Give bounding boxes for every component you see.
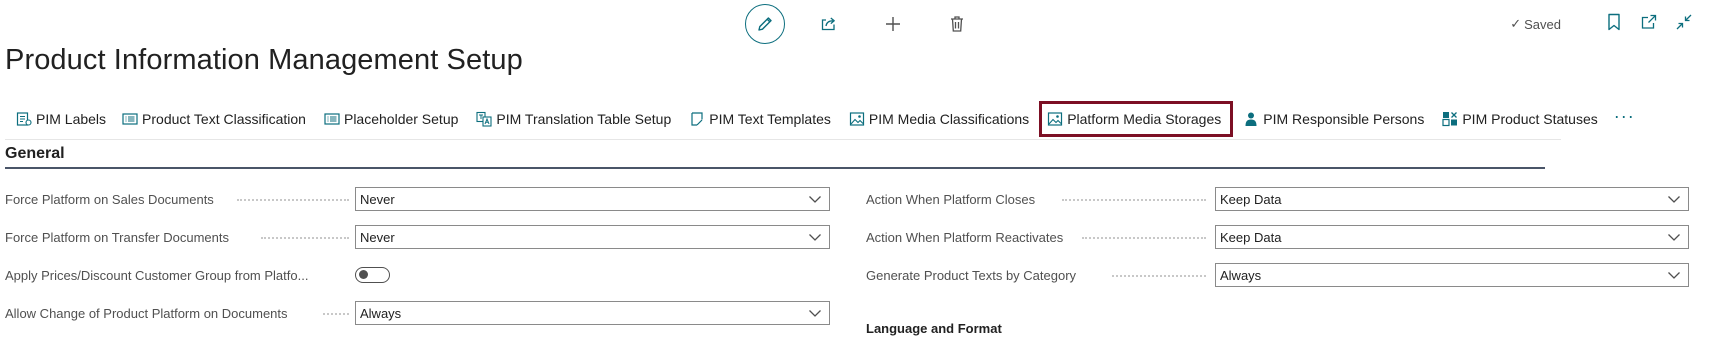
bookmark-icon [1607,13,1621,36]
action-label: PIM Product Statuses [1462,111,1598,127]
action-pim-text-templates[interactable]: PIM Text Templates [683,102,837,136]
action-label: Platform Media Storages [1067,111,1222,127]
template-icon [689,111,705,127]
chevron-down-icon [1667,193,1681,208]
field-label: Force Platform on Transfer Documents [5,229,229,245]
section-title-general[interactable]: General [5,145,65,163]
status-icon [1442,111,1458,127]
collapse-button[interactable] [1673,12,1695,36]
field-label: Action When Platform Reactivates [866,229,1064,245]
open-in-new-window-icon [1640,13,1658,36]
leader-dots [1112,274,1206,277]
leader-dots [237,198,349,201]
action-label: Product Text Classification [142,111,306,127]
action-label: Placeholder Setup [343,111,459,127]
force-platform-transfer-select[interactable]: Never [355,225,830,249]
leader-dots [261,236,349,239]
select-value: Always [360,305,402,321]
image-icon [849,111,865,127]
field-label: Action When Platform Closes [866,191,1036,207]
action-product-text-classification[interactable]: Product Text Classification [116,102,312,136]
action-pim-responsible-persons[interactable]: PIM Responsible Persons [1237,102,1430,136]
field-label: Generate Product Texts by Category [866,267,1077,283]
leader-dots [323,312,349,315]
page: ✓ Saved Product Information Management S… [0,0,1709,347]
action-label: PIM Responsible Persons [1263,111,1425,127]
share-icon [820,15,838,33]
open-new-window-button[interactable] [1638,12,1660,36]
translate-icon [476,111,492,127]
toggle-knob [359,270,368,279]
image-icon [1047,111,1063,127]
chevron-down-icon [808,193,822,208]
saved-indicator: ✓ Saved [1510,16,1561,32]
action-placeholder-setup[interactable]: Placeholder Setup [318,102,464,136]
field-action-platform-reactivates: Action When Platform Reactivates Keep Da… [866,224,1691,250]
field-label: Apply Prices/Discount Customer Group fro… [5,267,309,283]
field-action-platform-closes: Action When Platform Closes Keep Data [866,186,1691,212]
action-pim-media-classifications[interactable]: PIM Media Classifications [843,102,1035,136]
new-button[interactable] [873,4,913,44]
action-label: PIM Text Templates [709,111,831,127]
chevron-down-icon [808,307,822,322]
action-platform-closes-select[interactable]: Keep Data [1215,187,1689,211]
select-value: Never [360,191,395,207]
list-icon [122,111,138,127]
share-button[interactable] [809,4,849,44]
pencil-icon [756,15,774,33]
generate-product-texts-select[interactable]: Always [1215,263,1689,287]
select-value: Keep Data [1220,229,1282,245]
collapse-icon [1675,13,1693,36]
page-title: Product Information Management Setup [5,44,523,76]
more-actions-button[interactable]: ··· [1604,106,1643,133]
field-label: Force Platform on Sales Documents [5,191,214,207]
label-list-icon [16,111,32,127]
plus-icon [884,15,902,33]
field-force-platform-sales: Force Platform on Sales Documents Never [5,186,830,212]
chevron-down-icon [808,231,822,246]
saved-label: Saved [1524,16,1561,32]
section-divider [5,167,1545,169]
check-icon: ✓ [1510,16,1522,31]
allow-change-platform-select[interactable]: Always [355,301,830,325]
action-bar-divider [5,139,1561,140]
chevron-down-icon [1667,231,1681,246]
select-value: Keep Data [1220,191,1282,207]
action-label: PIM Translation Table Setup [496,111,672,127]
field-generate-product-texts: Generate Product Texts by Category Alway… [866,262,1691,288]
group-title-language-format: Language and Format [866,321,1002,336]
page-status-area: ✓ Saved [1510,12,1709,36]
action-platform-reactivates-select[interactable]: Keep Data [1215,225,1689,249]
delete-button[interactable] [937,4,977,44]
trash-icon [949,15,965,33]
field-label: Allow Change of Product Platform on Docu… [5,305,288,321]
chevron-down-icon [1667,269,1681,284]
leader-dots [1082,236,1206,239]
force-platform-sales-select[interactable]: Never [355,187,830,211]
action-bar: PIM Labels Product Text Classification P… [10,101,1643,137]
apply-prices-toggle[interactable] [355,267,390,283]
leader-dots [1062,198,1206,201]
field-allow-change-platform: Allow Change of Product Platform on Docu… [5,300,830,326]
bookmark-button[interactable] [1603,12,1625,36]
action-pim-product-statuses[interactable]: PIM Product Statuses [1436,102,1603,136]
action-label: PIM Media Classifications [868,111,1030,127]
edit-button[interactable] [745,4,785,44]
field-apply-prices-discount: Apply Prices/Discount Customer Group fro… [5,262,830,288]
field-force-platform-transfer: Force Platform on Transfer Documents Nev… [5,224,830,250]
action-platform-media-storages[interactable]: Platform Media Storages [1039,101,1234,137]
action-label: PIM Labels [36,111,107,127]
select-value: Never [360,229,395,245]
select-value: Always [1220,267,1262,283]
list-icon [324,111,340,127]
action-pim-translation-table-setup[interactable]: PIM Translation Table Setup [470,102,677,136]
action-pim-labels[interactable]: PIM Labels [10,102,112,136]
top-toolbar [745,4,1001,44]
person-icon [1243,111,1259,127]
